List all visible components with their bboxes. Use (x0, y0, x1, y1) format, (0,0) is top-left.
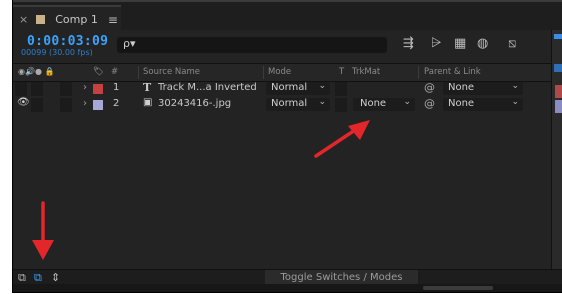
comp-color-swatch (36, 15, 46, 24)
time-navigator[interactable] (554, 64, 562, 72)
tab-title: Comp 1 (55, 13, 98, 26)
chevron-down-icon: ⌄ (318, 81, 326, 91)
layer-2-duration-bar[interactable] (555, 100, 562, 113)
panel-menu-icon[interactable]: ≡ (108, 13, 118, 27)
timeline-footer: ⧉ ⧉ ⇕ Toggle Switches / Modes (13, 269, 562, 285)
mode-header: Mode (268, 67, 292, 77)
work-area-bar[interactable] (554, 34, 562, 39)
parent-value: None (448, 82, 475, 93)
timeline-graph-area[interactable] (551, 30, 562, 280)
frame-count: 00099 (30.00 fps) (21, 48, 93, 57)
trkmat-value: None (360, 98, 387, 109)
preserve-transparency-switch[interactable] (335, 98, 347, 112)
in-out-duration-pane-icon[interactable]: ⇕ (51, 271, 60, 284)
layer-name[interactable]: Track M...a Inverted (158, 82, 257, 93)
parent-link-header: Parent & Link (424, 67, 481, 77)
pick-whip-icon[interactable]: @ (424, 81, 435, 94)
close-tab-icon[interactable]: × (19, 13, 28, 26)
expand-chevron-icon[interactable]: › (83, 82, 87, 93)
eye-icon[interactable]: 👁 (17, 97, 30, 108)
layer-switches-pane-icon[interactable]: ⧉ (18, 271, 26, 285)
arrow-annotation-trkmat (314, 120, 370, 158)
layer-1-duration-bar[interactable] (555, 85, 562, 98)
label-color-swatch[interactable] (93, 84, 103, 94)
chevron-down-icon: ⌄ (511, 81, 519, 91)
panel-top-border (13, 0, 562, 2)
mode-value: Normal (271, 82, 308, 93)
chevron-down-icon: ⌄ (318, 97, 326, 107)
trkmat-dropdown[interactable]: None ⌄ (353, 97, 415, 111)
text-layer-icon: T (143, 81, 152, 94)
scrollbar-thumb[interactable] (423, 286, 493, 290)
parent-value: None (448, 98, 475, 109)
graph-editor-icon[interactable]: ⧅ (508, 36, 516, 51)
mode-dropdown[interactable]: Normal ⌄ (266, 97, 330, 111)
number-column-header: # (111, 67, 119, 77)
current-time-display[interactable]: 0:00:03:09 (27, 34, 108, 49)
parent-dropdown[interactable]: None ⌄ (443, 97, 523, 111)
audio-switch[interactable] (31, 82, 43, 96)
layer-row[interactable]: › 1 T Track M...a Inverted Normal ⌄ @ No… (13, 81, 551, 97)
toggle-switches-modes-button[interactable]: Toggle Switches / Modes (265, 270, 418, 285)
source-name-header[interactable]: Source Name (143, 67, 200, 77)
av-switches-header: ◉🔊● 🔒 (18, 67, 55, 76)
horizontal-scrollbar[interactable] (13, 284, 562, 292)
mode-dropdown[interactable]: Normal ⌄ (266, 81, 330, 95)
mode-value: Normal (271, 98, 308, 109)
tab-bar: × Comp 1 ≡ (13, 0, 562, 32)
lock-switch[interactable] (60, 98, 72, 112)
arrow-annotation-footer (32, 201, 54, 260)
parent-dropdown[interactable]: None ⌄ (443, 81, 523, 95)
video-switch[interactable] (15, 82, 27, 96)
layer-name[interactable]: 30243416-.jpg (158, 98, 231, 109)
shy-layers-icon[interactable]: ⩥ (431, 36, 441, 51)
lock-switch[interactable] (60, 82, 72, 96)
tab-comp-1[interactable]: × Comp 1 ≡ (13, 5, 121, 32)
audio-switch[interactable] (31, 98, 43, 112)
comp-flowchart-icon[interactable]: ⇶ (403, 36, 414, 51)
frame-blending-icon[interactable]: ▦ (454, 36, 466, 51)
preserve-transparency-switch[interactable] (335, 82, 347, 96)
chevron-down-icon: ⌄ (403, 97, 411, 107)
image-file-icon: ▣ (143, 97, 153, 108)
timeline-panel: × Comp 1 ≡ 0:00:03:09 00099 (30.00 fps) … (12, 0, 562, 293)
label-column-icon: 🏷 (93, 67, 104, 77)
layer-columns-header: ◉🔊● 🔒 🏷 # Source Name Mode T TrkMat Pare… (13, 63, 551, 82)
pick-whip-icon[interactable]: @ (424, 97, 435, 110)
layer-number: 1 (113, 82, 120, 93)
chevron-down-icon: ⌄ (511, 97, 519, 107)
search-input[interactable]: ρ▾ (117, 37, 387, 53)
transfer-controls-pane-icon[interactable]: ⧉ (34, 271, 42, 285)
trkmat-header: TrkMat (352, 67, 381, 77)
layer-number: 2 (113, 98, 120, 109)
expand-chevron-icon[interactable]: › (83, 98, 87, 109)
motion-blur-icon[interactable]: ◍ (477, 36, 488, 51)
label-color-swatch[interactable] (93, 100, 103, 110)
t-header: T (339, 67, 345, 77)
search-icon: ρ▾ (123, 37, 136, 50)
layer-row[interactable]: 👁 › 2 ▣ 30243416-.jpg Normal ⌄ None ⌄ @ … (13, 97, 551, 113)
